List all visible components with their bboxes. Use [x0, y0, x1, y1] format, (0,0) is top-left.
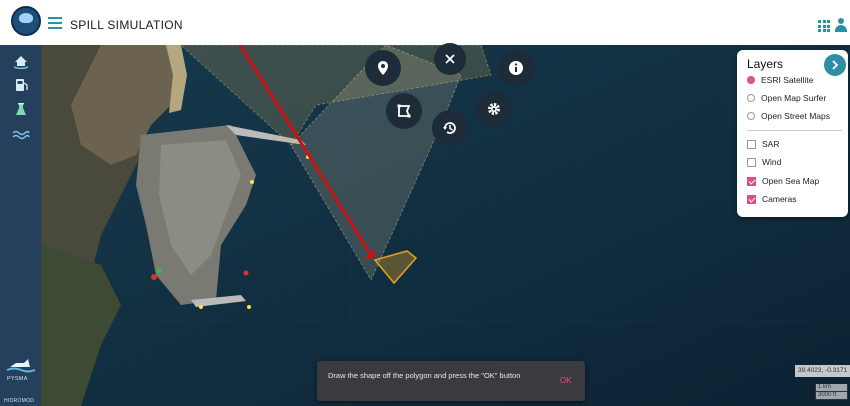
radio-button[interactable]	[747, 76, 755, 84]
settings-button[interactable]	[476, 91, 512, 127]
app-title: SPILL SIMULATION	[70, 18, 183, 32]
polygon-icon	[397, 104, 411, 118]
layers-divider	[747, 130, 842, 131]
overlay-option-wind[interactable]: Wind	[747, 156, 781, 168]
close-icon	[445, 54, 455, 64]
info-icon	[509, 61, 523, 75]
ok-button[interactable]: OK	[560, 376, 572, 385]
pysma-label: PYSMA	[7, 376, 28, 382]
buoy-marker-red	[243, 270, 249, 276]
layers-panel: Layers ESRI Satellite Open Map Surfer Op…	[737, 50, 848, 217]
checkbox[interactable]	[747, 176, 756, 186]
apps-grid-icon[interactable]	[818, 20, 830, 32]
flask-icon[interactable]	[12, 102, 30, 118]
map-drawing	[41, 45, 850, 406]
layer-label: ESRI Satellite	[761, 75, 814, 85]
sidebar	[0, 45, 41, 406]
toast-message: Draw the shape off the polygon and press…	[328, 371, 521, 380]
hidromod-label: HIDROMOD	[4, 398, 35, 404]
radio-button[interactable]	[747, 94, 755, 102]
chevron-right-icon	[832, 60, 839, 70]
map-canvas[interactable]	[41, 45, 850, 406]
scale-bar: 1 km 3000 ft	[815, 384, 848, 400]
ship-home-icon[interactable]	[12, 53, 30, 70]
layer-label: Open Street Maps	[761, 111, 830, 121]
location-pin-icon	[378, 61, 388, 75]
location-pin-button[interactable]	[365, 50, 401, 86]
fuel-icon[interactable]	[12, 77, 30, 93]
waves-icon[interactable]	[12, 127, 30, 143]
overlay-option-cameras[interactable]: Cameras	[747, 193, 796, 205]
scale-km: 1 km	[815, 384, 848, 392]
close-button[interactable]	[434, 43, 466, 75]
layer-option-open-street-maps[interactable]: Open Street Maps	[747, 110, 830, 122]
overlay-label: Cameras	[762, 194, 797, 204]
history-button[interactable]	[432, 110, 468, 146]
gear-icon	[488, 103, 500, 115]
radio-button[interactable]	[747, 112, 755, 120]
hamburger-menu-icon[interactable]	[48, 17, 62, 29]
overlay-label: Wind	[762, 157, 782, 167]
buoy-marker	[199, 305, 203, 309]
coordinates-readout: 39.4023, -0.3171	[795, 365, 850, 377]
checkbox[interactable]	[747, 157, 756, 167]
buoy-marker	[250, 180, 254, 184]
overlay-label: Open Sea Map	[762, 176, 820, 186]
checkbox[interactable]	[747, 139, 756, 149]
layer-label: Open Map Surfer	[761, 93, 827, 103]
top-bar: SPILL SIMULATION	[0, 0, 850, 46]
scale-ft: 3000 ft	[815, 392, 848, 400]
layers-collapse-button[interactable]	[824, 54, 846, 76]
overlay-option-sar[interactable]: SAR	[747, 138, 779, 150]
buoy-marker-red	[151, 274, 157, 280]
instruction-toast: Draw the shape off the polygon and press…	[317, 361, 585, 401]
layer-option-open-map-surfer[interactable]: Open Map Surfer	[747, 92, 826, 104]
checkbox[interactable]	[747, 194, 756, 204]
layer-option-esri-satellite[interactable]: ESRI Satellite	[747, 74, 813, 86]
layers-title: Layers	[747, 57, 784, 71]
polygon-draw-button[interactable]	[386, 93, 422, 129]
buoy-marker	[247, 305, 251, 309]
app-logo[interactable]	[11, 6, 41, 36]
info-button[interactable]	[498, 50, 534, 86]
overlay-option-open-sea-map[interactable]: Open Sea Map	[747, 175, 819, 187]
overlay-label: SAR	[762, 139, 780, 149]
buoy-marker-green	[156, 268, 162, 274]
history-icon	[443, 122, 456, 134]
user-icon[interactable]	[835, 18, 847, 33]
